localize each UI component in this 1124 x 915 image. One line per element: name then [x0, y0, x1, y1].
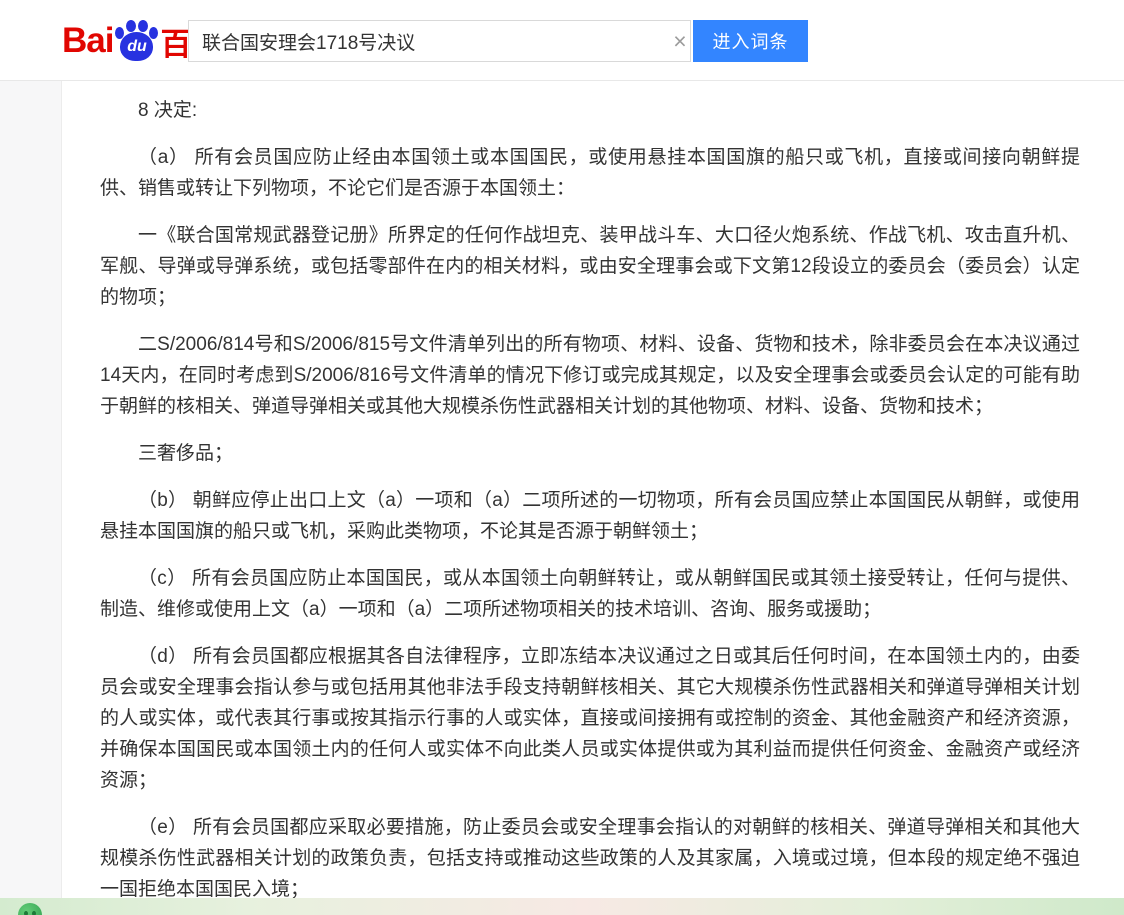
- logo-bai-text: Bai: [62, 21, 114, 60]
- header: Bai du 百科 × 进入词条: [0, 0, 1124, 81]
- logo-du-text: du: [127, 38, 147, 55]
- paragraph: （e） 所有会员国都应采取必要措施，防止委员会或安全理事会指认的对朝鲜的核相关、…: [100, 817, 1080, 898]
- bottom-banner: [0, 898, 1124, 915]
- paragraph: 8 决定:: [138, 100, 198, 121]
- paragraph: （c） 所有会员国应防止本国国民，或从本国领土向朝鲜转让，或从朝鲜国民或其领土接…: [100, 568, 1080, 620]
- paragraph: 一《联合国常规武器登记册》所界定的任何作战坦克、装甲战斗车、大口径火炮系统、作战…: [100, 225, 1080, 308]
- paragraph: 二S/2006/814号和S/2006/815号文件清单列出的所有物项、材料、设…: [100, 334, 1080, 417]
- baidu-baike-page: Bai du 百科 × 进入词条 8 决定: （a） 所有会员国应防止经由本国领…: [0, 0, 1124, 915]
- paragraph: （b） 朝鲜应停止出口上文（a）一项和（a）二项所述的一切物项，所有会员国应禁止…: [100, 490, 1080, 542]
- enter-entry-button[interactable]: 进入词条: [693, 20, 808, 62]
- paragraph: 三奢侈品；: [138, 443, 234, 464]
- baidu-paw-icon: du: [114, 19, 159, 63]
- article-content: 8 决定: （a） 所有会员国应防止经由本国领土或本国国民，或使用悬挂本国国旗的…: [63, 81, 1124, 898]
- left-gutter: [0, 81, 62, 898]
- paragraph: （d） 所有会员国都应根据其各自法律程序，立即冻结本决议通过之日或其后任何时间，…: [100, 646, 1080, 791]
- search-input[interactable]: [188, 20, 691, 62]
- paragraph: （a） 所有会员国应防止经由本国领土或本国国民，或使用悬挂本国国旗的船只或飞机，…: [100, 147, 1080, 199]
